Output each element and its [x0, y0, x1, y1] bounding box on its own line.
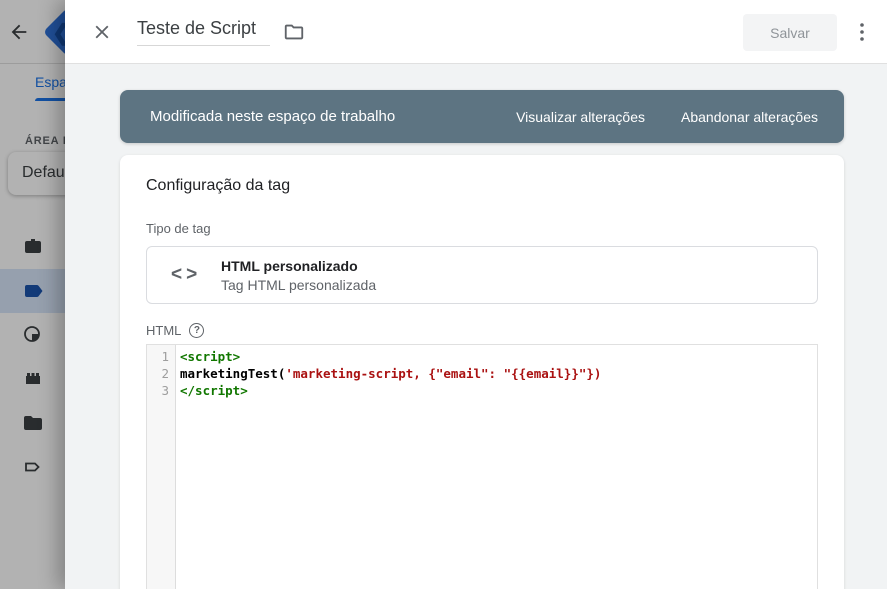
- tag-configuration-card: Configuração da tag Tipo de tag <> HTML …: [120, 155, 844, 589]
- folder-picker-icon[interactable]: [283, 21, 305, 43]
- code-line: 2 marketingTest('marketing-script, {"emai…: [147, 365, 817, 382]
- code-line: 3 </script>: [147, 382, 817, 399]
- view-changes-link[interactable]: Visualizar alterações: [516, 109, 645, 125]
- code-token: 'marketing-script, {"email": "{{email}}"…: [285, 366, 602, 381]
- more-menu-icon[interactable]: [856, 20, 868, 44]
- tag-type-name: HTML personalizado: [221, 257, 358, 274]
- close-icon[interactable]: [91, 21, 113, 43]
- html-field-header: HTML ?: [146, 323, 205, 338]
- code-token: <script>: [180, 349, 241, 364]
- tag-type-description: Tag HTML personalizada: [221, 276, 377, 293]
- code-token: marketingTest(: [180, 366, 286, 381]
- line-number: 1: [161, 349, 169, 364]
- banner-message: Modificada neste espaço de trabalho: [150, 108, 396, 125]
- code-token: </script>: [180, 383, 248, 398]
- card-title: Configuração da tag: [146, 177, 291, 194]
- save-button[interactable]: Salvar: [743, 14, 837, 51]
- tag-type-label: Tipo de tag: [146, 221, 211, 236]
- code-lines: 1 <script> 2 marketingTest('marketing-scrip…: [147, 345, 817, 399]
- code-brackets-icon: <>: [171, 264, 202, 285]
- code-line: 1 <script>: [147, 348, 817, 365]
- tag-editor-panel: Teste de Script Salvar Modificada neste …: [65, 0, 887, 589]
- tag-type-texts: HTML personalizado Tag HTML personalizad…: [221, 258, 376, 293]
- html-field-label: HTML: [146, 323, 182, 338]
- app-window: ❮ Espaç ÁREA D Defau: [0, 0, 887, 589]
- html-code-editor[interactable]: 1 <script> 2 marketingTest('marketing-scrip…: [146, 344, 818, 589]
- tag-type-selector[interactable]: <> HTML personalizado Tag HTML personali…: [146, 246, 818, 304]
- tag-name-input[interactable]: Teste de Script: [137, 18, 270, 46]
- background-app: ❮ Espaç ÁREA D Defau: [0, 0, 65, 589]
- line-number: 2: [161, 366, 169, 381]
- help-icon[interactable]: ?: [189, 323, 205, 338]
- abandon-changes-link[interactable]: Abandonar alterações: [681, 109, 818, 125]
- editor-header: Teste de Script Salvar: [65, 0, 887, 64]
- workspace-banner: Modificada neste espaço de trabalho Visu…: [120, 90, 844, 143]
- dim-overlay: [0, 0, 65, 589]
- banner-actions: Visualizar alterações Abandonar alteraçõ…: [516, 109, 818, 125]
- line-number: 3: [161, 383, 169, 398]
